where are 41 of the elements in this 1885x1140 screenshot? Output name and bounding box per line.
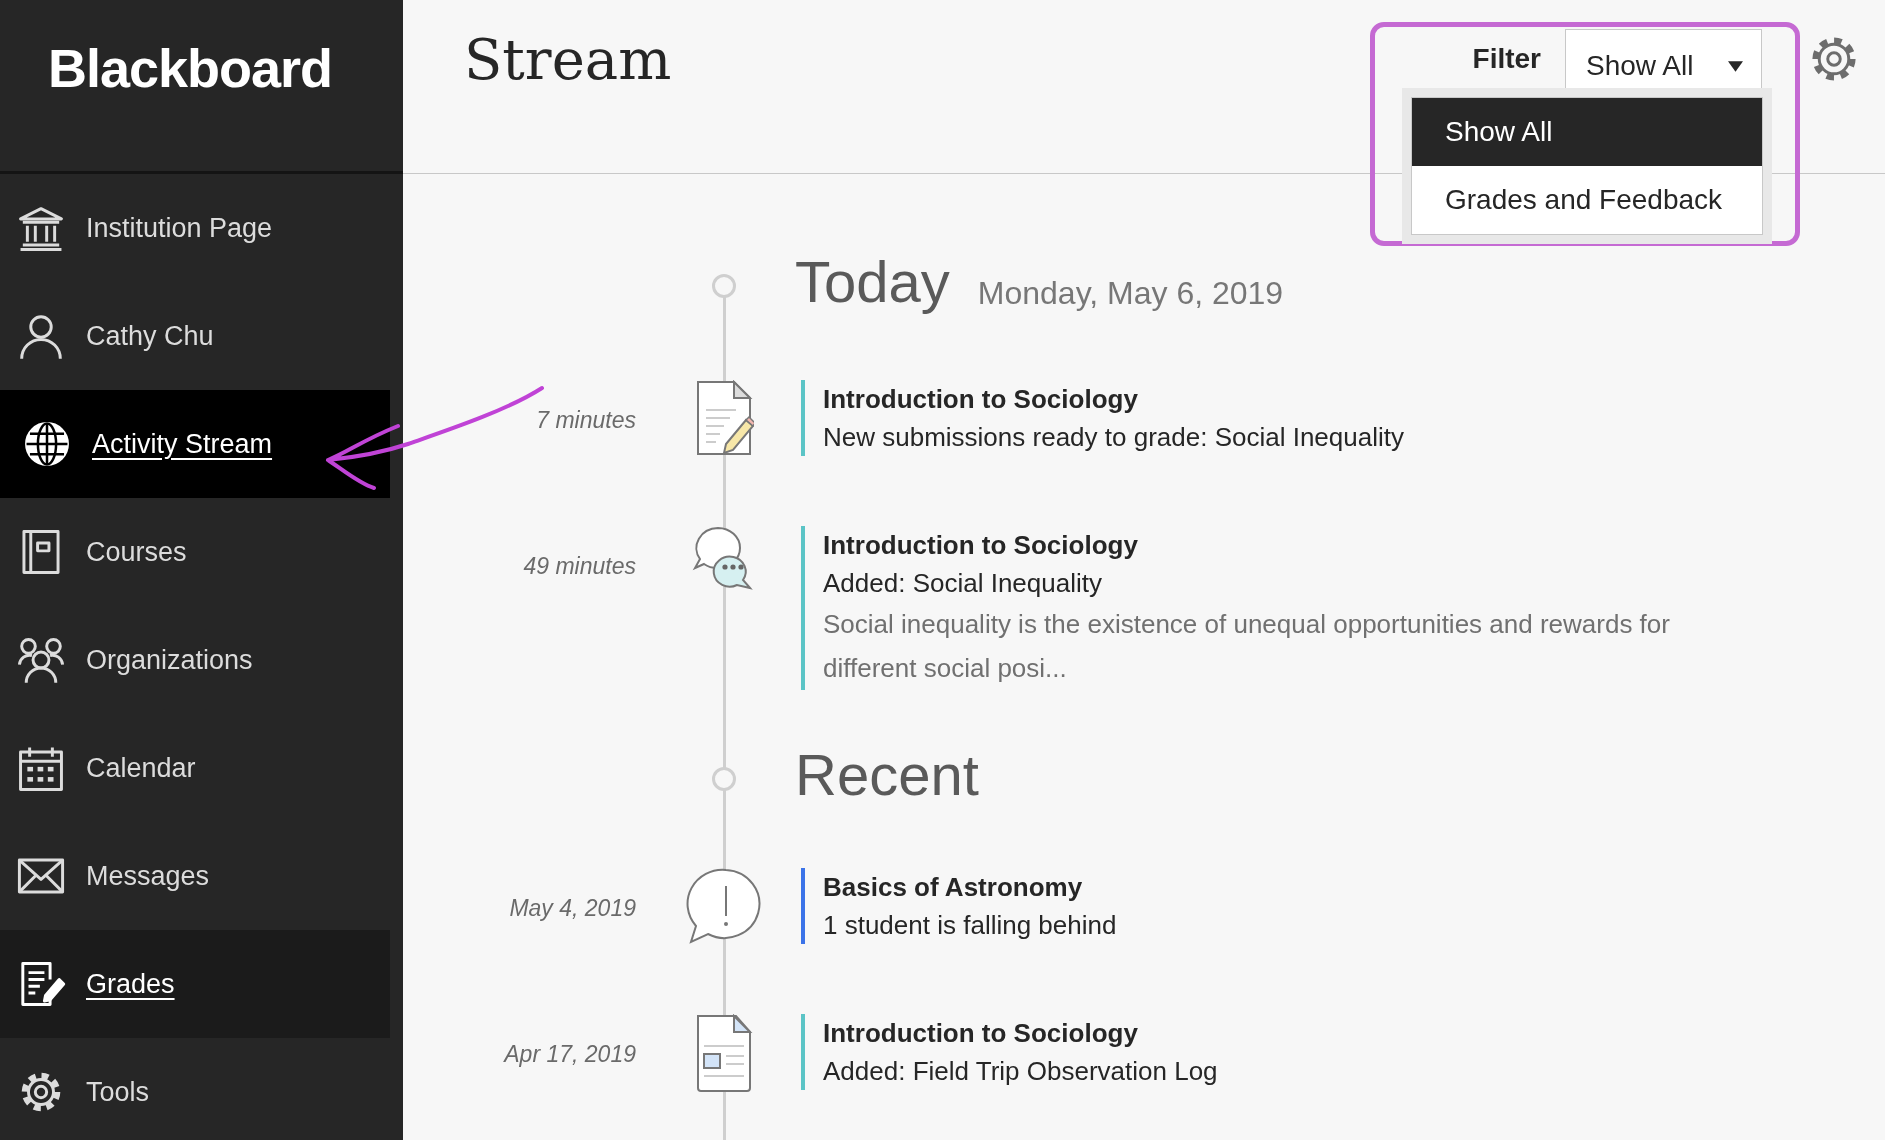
sidebar-item[interactable]: Courses bbox=[0, 498, 390, 606]
logo-text: Blackboard bbox=[48, 38, 333, 98]
sidebar-item[interactable]: Messages bbox=[0, 822, 390, 930]
sidebar-item[interactable]: Activity Stream bbox=[0, 390, 390, 498]
entry-text: Added: Field Trip Observation Log bbox=[823, 1055, 1219, 1088]
page-title: Stream bbox=[464, 26, 672, 94]
dropdown-option[interactable]: Grades and Feedback bbox=[1412, 166, 1762, 234]
chat-bubbles-icon bbox=[692, 526, 756, 592]
course-title[interactable]: Introduction to Sociology bbox=[823, 526, 1811, 564]
timestamp: 7 minutes bbox=[535, 406, 636, 435]
sidebar-item[interactable]: Calendar bbox=[0, 714, 390, 822]
timeline-node-icon bbox=[711, 766, 737, 792]
sidebar-item[interactable]: Tools bbox=[0, 1038, 390, 1140]
sidebar-item[interactable]: Grades bbox=[0, 930, 390, 1038]
timestamp: 49 minutes bbox=[522, 552, 636, 581]
filter-label: Filter bbox=[1472, 42, 1541, 76]
timestamp: Apr 17, 2019 bbox=[502, 1040, 636, 1069]
section-date: Monday, May 6, 2019 bbox=[977, 274, 1284, 313]
sidebar-item[interactable]: Cathy Chu bbox=[0, 282, 390, 390]
sidebar-item[interactable]: Organizations bbox=[0, 606, 390, 714]
section-heading: Today bbox=[795, 248, 950, 316]
entry-text: New submissions ready to grade: Social Inequality bbox=[823, 421, 1405, 454]
sidebar-item[interactable]: Institution Page bbox=[0, 174, 390, 282]
course-title[interactable]: Introduction to Sociology bbox=[823, 380, 1811, 418]
settings-icon[interactable] bbox=[1809, 34, 1859, 84]
entry-text: 1 student is falling behind bbox=[823, 909, 1118, 942]
document-icon bbox=[694, 1014, 754, 1092]
caret-icon bbox=[1728, 60, 1743, 72]
globe-icon bbox=[22, 419, 72, 469]
course-title[interactable]: Introduction to Sociology bbox=[823, 1014, 1811, 1052]
document-pencil-icon bbox=[694, 380, 754, 456]
timestamp: May 4, 2019 bbox=[508, 894, 636, 923]
entry-text: Added: Social Inequality bbox=[823, 567, 1103, 600]
section-heading: Recent bbox=[795, 741, 979, 809]
timeline-node-icon bbox=[711, 273, 737, 299]
course-title[interactable]: Basics of Astronomy bbox=[823, 868, 1811, 906]
group-icon bbox=[16, 635, 66, 685]
entry-preview: Social inequality is the existence of unequal opportunities and rewards for different social posi... bbox=[823, 608, 1671, 685]
alert-bubble-icon bbox=[686, 868, 762, 944]
filter-select[interactable]: Show All bbox=[1565, 29, 1762, 89]
dropdown-option[interactable]: Show All bbox=[1412, 98, 1762, 166]
